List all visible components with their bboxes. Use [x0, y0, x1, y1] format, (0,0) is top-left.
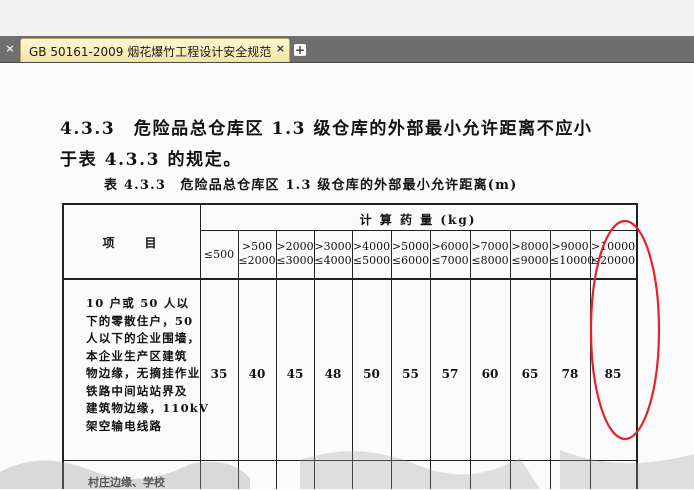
distance-value: 45 — [286, 367, 304, 381]
desc-line: 人以下的企业围墙， — [86, 331, 201, 345]
range-header: >500 ≤2000 — [238, 240, 276, 268]
range-header: >6000 ≤7000 — [430, 240, 470, 268]
desc-line: 物边缘，无摘挂作业 — [86, 366, 201, 380]
distance-value: 50 — [363, 367, 380, 381]
distance-value: 57 — [441, 367, 459, 381]
range-line: >8000 — [511, 240, 549, 253]
window-top-strip — [0, 0, 694, 37]
range-header: >5000 ≤6000 — [391, 240, 430, 268]
tab-document[interactable]: GB 50161-2009 烟花爆竹工程设计安全规范 × — [20, 38, 290, 62]
desc-line: 10 户或 50 人以 — [86, 296, 190, 310]
range-line: >7000 — [471, 240, 509, 253]
range-line: ≤4000 — [314, 254, 352, 267]
desc-line: 下的零散住户，50 — [86, 313, 194, 328]
range-line: >4000 — [352, 240, 391, 253]
table-rule — [200, 230, 636, 231]
row-description: 10 户或 50 人以 下的零散住户，50 人以下的企业围墙， 本企业生产区建筑… — [86, 295, 210, 435]
add-tab-icon[interactable]: + — [294, 44, 306, 56]
distance-value: 48 — [324, 367, 342, 381]
tab-close-icon[interactable]: × — [276, 42, 285, 55]
desc-line: 本企业生产区建筑 — [86, 348, 188, 363]
range-line: >6000 — [431, 240, 469, 253]
range-line: >2000 — [276, 240, 314, 253]
distance-value: 55 — [402, 367, 419, 381]
range-line: ≤7000 — [431, 254, 469, 267]
range-line: ≤8000 — [471, 254, 509, 267]
range-line: ≤2000 — [238, 254, 276, 267]
range-header: >2000 ≤3000 — [276, 240, 314, 268]
section-heading: 4.3.3 危险品总仓库区 1.3 级仓库的外部最小允许距离不应小 — [60, 119, 593, 139]
item-header: 项 目 — [102, 236, 159, 250]
range-line: >3000 — [314, 240, 352, 253]
range-line: >5000 — [391, 240, 430, 253]
range-header: >4000 ≤5000 — [352, 240, 391, 268]
tab-title: GB 50161-2009 烟花爆竹工程设计安全规范 — [29, 45, 272, 59]
distance-value: 60 — [481, 367, 499, 381]
range-line: ≤5000 — [352, 254, 391, 267]
distance-value: 78 — [561, 367, 579, 381]
highlight-ellipse — [589, 219, 661, 441]
range-line: ≤500 — [203, 248, 235, 261]
distance-value: 35 — [210, 367, 228, 381]
close-icon[interactable]: × — [2, 41, 18, 57]
table-caption: 表 4.3.3 危险品总仓库区 1.3 级仓库的外部最小允许距离(m) — [104, 178, 518, 193]
table-rule — [62, 203, 636, 205]
section-heading-cont: 于表 4.3.3 的规定。 — [60, 150, 242, 170]
range-header: >9000 ≤10000 — [550, 240, 595, 268]
distance-value: 40 — [248, 367, 266, 381]
tab-bar: × GB 50161-2009 烟花爆竹工程设计安全规范 × + — [0, 36, 694, 63]
range-line: >9000 — [551, 240, 589, 253]
range-header: >3000 ≤4000 — [314, 240, 352, 268]
group-header: 计 算 药 量 (kg) — [359, 213, 477, 227]
range-line: ≤3000 — [276, 254, 314, 267]
range-line: ≤6000 — [391, 254, 430, 267]
range-header: >7000 ≤8000 — [470, 240, 510, 268]
range-line: ≤10000 — [550, 254, 595, 267]
distance-value: 65 — [521, 367, 539, 381]
range-line: >500 — [241, 240, 273, 253]
range-line: ≤9000 — [511, 254, 549, 267]
range-header: >8000 ≤9000 — [510, 240, 550, 268]
desc-line: 铁路中间站站界及 — [86, 383, 188, 398]
desc-line: 建筑物边缘，110kV — [86, 401, 210, 415]
range-header: ≤500 — [200, 248, 238, 262]
